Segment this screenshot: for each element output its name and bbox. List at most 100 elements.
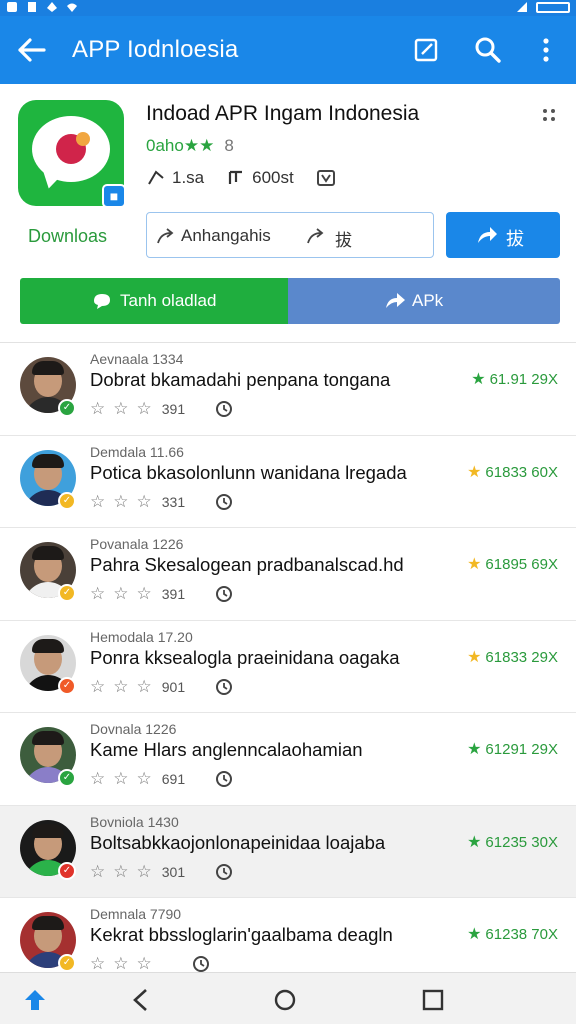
star-outline-icon[interactable]: ☆ bbox=[90, 862, 105, 882]
back-icon[interactable] bbox=[128, 987, 154, 1013]
home-icon[interactable] bbox=[272, 987, 298, 1013]
battery-icon bbox=[536, 1, 570, 13]
reviewer-name: Hemodala 17.20 bbox=[90, 628, 193, 645]
star-outline-icon[interactable]: ☆ bbox=[90, 769, 105, 789]
downloads-label: Downloas bbox=[28, 226, 108, 246]
star-icon: ★ bbox=[467, 926, 482, 943]
star-outline-icon[interactable]: ☆ bbox=[90, 677, 105, 697]
review-score: ★ 61.91 29X bbox=[471, 371, 558, 388]
review-row[interactable]: ✓ Demdala 11.66 Potica bkasolonlunn wani… bbox=[0, 435, 576, 528]
review-footer: ☆ ☆ ☆ bbox=[90, 954, 210, 972]
star-outline-icon[interactable]: ☆ bbox=[90, 399, 105, 419]
review-row[interactable]: ✓ Bovniola 1430 Boltsabkkaojonlonapeinid… bbox=[0, 805, 576, 898]
review-title: Pahra Skesalogean pradbanalscad.hd bbox=[90, 554, 404, 575]
star-icon: ★ bbox=[467, 833, 482, 851]
star-outline-icon[interactable]: ☆ bbox=[137, 492, 152, 512]
wifi-icon bbox=[67, 3, 77, 12]
review-title: Potica bkasolonlunn wanidana lregada bbox=[90, 461, 407, 483]
download-button[interactable]: Tanh oladlad bbox=[20, 278, 288, 324]
app-icon[interactable]: ■ bbox=[18, 100, 126, 208]
edit-icon[interactable] bbox=[410, 34, 442, 66]
review-row[interactable]: ✓ Aevnaala 1334 Dobrat bkamadahi penpana… bbox=[0, 343, 576, 436]
reviewer-name: Demdala 11.66 bbox=[90, 443, 184, 460]
clock-icon bbox=[216, 678, 233, 695]
navigation-bar bbox=[0, 972, 576, 1024]
star-outline-icon[interactable]: ☆ bbox=[90, 584, 105, 604]
star-outline-icon[interactable]: ☆ bbox=[137, 399, 152, 419]
download-count-icon bbox=[229, 170, 243, 184]
review-row[interactable]: ✓ Dovnala 1226 Kame Hlars anglenncalaoha… bbox=[0, 713, 576, 806]
rating-stars: ★★ bbox=[183, 136, 215, 155]
review-count: 331 bbox=[161, 493, 186, 510]
star-outline-icon[interactable]: ☆ bbox=[90, 954, 105, 972]
review-title: Kame Hlars anglenncalaohamian bbox=[90, 739, 363, 760]
forward-arrow-icon bbox=[307, 228, 324, 244]
share-arrow-icon bbox=[478, 227, 497, 243]
review-row[interactable]: ✓ Demnala 7790 Kekrat bbssloglarin'gaalb… bbox=[0, 898, 576, 972]
star-outline-icon[interactable]: ☆ bbox=[137, 769, 152, 789]
star-outline-icon[interactable]: ☆ bbox=[137, 584, 152, 604]
reviewer-name: Aevnaala 1334 bbox=[90, 351, 184, 367]
share-button[interactable]: 拔 bbox=[446, 212, 560, 258]
review-count: 391 bbox=[161, 586, 186, 602]
notification-icon bbox=[28, 2, 36, 12]
review-title: Ponra kksealogla praeinidana oagaka bbox=[90, 646, 400, 668]
review-title: Dobrat bkamadahi penpana tongana bbox=[90, 369, 391, 390]
clock-icon bbox=[192, 956, 209, 972]
review-row[interactable]: ✓ Hemodala 17.20 Ponra kksealogla praein… bbox=[0, 620, 576, 713]
more-vert-icon[interactable] bbox=[530, 34, 562, 66]
app-bar: APP Iodnloesia bbox=[0, 16, 576, 84]
star-outline-icon[interactable]: ☆ bbox=[113, 399, 128, 419]
star-outline-icon[interactable]: ☆ bbox=[137, 862, 152, 882]
share-arrow-icon bbox=[157, 228, 174, 244]
star-outline-icon[interactable]: ☆ bbox=[113, 492, 128, 512]
review-footer: ☆ ☆ ☆ 391 bbox=[90, 399, 233, 419]
verified-badge-icon: ✓ bbox=[58, 584, 76, 602]
search-icon[interactable] bbox=[472, 34, 504, 66]
star-outline-icon[interactable]: ☆ bbox=[137, 677, 152, 697]
reviewer-name: Bovniola 1430 bbox=[90, 813, 179, 830]
clock-icon bbox=[216, 863, 233, 880]
verified-badge-icon: ✓ bbox=[58, 399, 76, 417]
review-row[interactable]: ✓ Povanala 1226 Pahra Skesalogean pradba… bbox=[0, 528, 576, 621]
verified-badge-icon: ✓ bbox=[58, 769, 76, 787]
review-title: Kekrat bbssloglarin'gaalbama deagln bbox=[90, 924, 393, 945]
star-outline-icon[interactable]: ☆ bbox=[113, 584, 128, 604]
reviewer-name: Demnala 7790 bbox=[90, 906, 182, 922]
star-outline-icon[interactable]: ☆ bbox=[113, 677, 128, 697]
verified-badge-icon: ✓ bbox=[58, 861, 76, 880]
apk-button[interactable]: APk bbox=[288, 278, 560, 324]
review-count: 391 bbox=[161, 401, 186, 417]
app-badge-icon: ■ bbox=[102, 184, 126, 208]
review-count: 301 bbox=[161, 863, 186, 880]
review-score: ★ 61833 60X bbox=[467, 463, 558, 481]
star-outline-icon[interactable]: ☆ bbox=[90, 492, 105, 512]
star-icon: ★ bbox=[467, 648, 482, 666]
review-footer: ☆ ☆ ☆ 691 bbox=[90, 769, 233, 789]
star-outline-icon[interactable]: ☆ bbox=[113, 769, 128, 789]
star-outline-icon[interactable]: ☆ bbox=[113, 954, 128, 972]
app-meta: 1.sa 600st bbox=[146, 168, 342, 188]
page-title: APP Iodnloesia bbox=[72, 36, 239, 63]
star-outline-icon[interactable]: ☆ bbox=[113, 862, 128, 882]
review-score: ★ 61238 70X bbox=[467, 926, 558, 943]
drag-handle-icon[interactable] bbox=[540, 106, 558, 124]
review-score: ★ 61235 30X bbox=[467, 833, 558, 851]
star-icon: ★ bbox=[471, 371, 486, 388]
share-box[interactable]: Anhangahis 拔 bbox=[146, 212, 434, 258]
star-outline-icon[interactable]: ☆ bbox=[137, 954, 152, 972]
recents-icon[interactable] bbox=[420, 987, 446, 1013]
review-footer: ☆ ☆ ☆ 901 bbox=[90, 677, 233, 697]
chat-icon bbox=[94, 294, 110, 309]
review-footer: ☆ ☆ ☆ 301 bbox=[90, 862, 233, 882]
verified-badge-icon: ✓ bbox=[58, 954, 76, 972]
star-icon: ★ bbox=[467, 741, 482, 758]
signal-icon bbox=[517, 2, 527, 12]
back-arrow-icon[interactable] bbox=[14, 34, 50, 66]
home-arrow-icon[interactable] bbox=[22, 987, 48, 1013]
review-footer: ☆ ☆ ☆ 391 bbox=[90, 584, 233, 604]
review-list[interactable]: ✓ Aevnaala 1334 Dobrat bkamadahi penpana… bbox=[0, 343, 576, 972]
app-name: Indoad APR Ingam Indonesia bbox=[146, 102, 420, 125]
review-count: 901 bbox=[161, 678, 186, 695]
forward-arrow-icon bbox=[386, 293, 405, 308]
